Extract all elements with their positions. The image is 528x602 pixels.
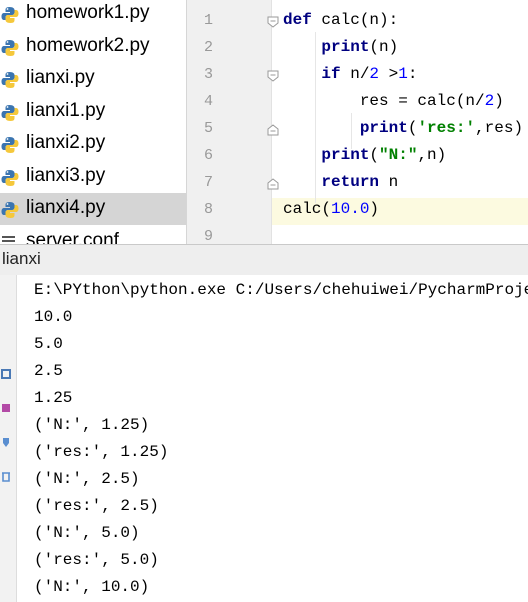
tree-item-label: homework1.py xyxy=(26,2,150,23)
text-file-icon xyxy=(1,234,19,244)
indent-guide xyxy=(351,113,352,149)
console-line: ('N:', 1.25) xyxy=(34,416,150,434)
fold-open-icon[interactable] xyxy=(267,16,279,28)
python-file-icon xyxy=(1,6,19,24)
stop-icon[interactable] xyxy=(0,401,12,415)
run-config-title: lianxi xyxy=(2,249,41,268)
tree-item-file[interactable]: lianxi2.py xyxy=(0,128,186,160)
run-panel-header: lianxi xyxy=(0,244,528,276)
line-number-gutter: 1 2 3 4 5 6 7 8 9 xyxy=(187,0,279,244)
line-number: 3 xyxy=(203,66,213,83)
console-output[interactable]: E:\PYthon\python.exe C:/Users/chehuiwei/… xyxy=(17,275,528,602)
tree-item-file[interactable]: homework2.py xyxy=(0,31,186,63)
line-number: 7 xyxy=(203,174,213,191)
code-line: print(n) xyxy=(321,38,399,56)
delete-icon[interactable] xyxy=(0,469,12,483)
python-file-icon xyxy=(1,136,19,154)
line-number: 9 xyxy=(203,228,213,244)
code-line: if n/2 >1: xyxy=(321,65,418,83)
line-number: 2 xyxy=(203,39,213,56)
code-line: print('res:',res) xyxy=(359,119,524,137)
line-number: 4 xyxy=(203,93,213,110)
console-line: E:\PYthon\python.exe C:/Users/chehuiwei/… xyxy=(34,281,528,299)
console-line: 2.5 xyxy=(34,362,63,380)
code-line: def calc(n): xyxy=(283,11,399,29)
tree-item-label: lianxi2.py xyxy=(26,132,106,153)
line-number: 5 xyxy=(203,120,213,137)
fold-close-icon[interactable] xyxy=(267,124,279,136)
tree-item-file[interactable]: lianxi.py xyxy=(0,63,186,95)
indent-guide xyxy=(315,32,316,203)
line-number: 8 xyxy=(203,201,213,218)
python-file-icon xyxy=(1,201,19,219)
tree-item-file[interactable]: homework1.py xyxy=(0,0,186,30)
console-line: 1.25 xyxy=(34,389,73,407)
tree-item-label: homework2.py xyxy=(26,34,150,56)
python-file-icon xyxy=(1,39,19,57)
tree-item-label: lianxi.py xyxy=(26,67,95,88)
fold-open-icon[interactable] xyxy=(267,70,279,82)
console-line: ('N:', 10.0) xyxy=(34,578,150,596)
tree-item-file[interactable]: lianxi3.py xyxy=(0,161,186,193)
run-toolbar xyxy=(0,275,17,602)
console-line: ('N:', 5.0) xyxy=(34,524,140,542)
code-line: print("N:",n) xyxy=(321,146,447,164)
python-file-icon xyxy=(1,71,19,89)
code-line: res = calc(n/2) xyxy=(283,92,504,110)
console-line: 10.0 xyxy=(34,308,73,326)
project-tree: homework1.py homework2.py lianxi.py lianxi1… xyxy=(0,0,187,244)
code-line: calc(10.0) xyxy=(283,200,380,218)
python-file-icon xyxy=(1,169,19,187)
console-line: ('res:', 1.25) xyxy=(34,443,169,461)
pin-icon[interactable] xyxy=(0,435,12,449)
python-file-icon xyxy=(1,104,19,122)
fold-close-icon[interactable] xyxy=(267,178,279,190)
line-number: 6 xyxy=(203,147,213,164)
tree-item-file[interactable]: lianxi4.py xyxy=(0,193,186,225)
console-line: ('N:', 2.5) xyxy=(34,470,140,488)
code-line: return n xyxy=(321,173,399,191)
tree-item-label: lianxi4.py xyxy=(26,197,106,218)
tree-item-file[interactable]: lianxi1.py xyxy=(0,96,186,128)
tree-item-label: lianxi3.py xyxy=(26,164,106,186)
tree-item-label: server.conf xyxy=(26,229,119,245)
console-line: 5.0 xyxy=(34,335,63,353)
rerun-icon[interactable] xyxy=(0,367,12,381)
console-line: ('res:', 5.0) xyxy=(34,551,159,569)
code-editor[interactable]: 1 2 3 4 5 6 7 8 9 def calc(n): print(n) if n/2 >… xyxy=(187,0,528,244)
tree-item-file[interactable]: server.conf xyxy=(0,226,186,245)
tree-item-label: lianxi1.py xyxy=(26,99,106,121)
line-number: 1 xyxy=(203,12,213,29)
console-line: ('res:', 2.5) xyxy=(34,497,159,515)
